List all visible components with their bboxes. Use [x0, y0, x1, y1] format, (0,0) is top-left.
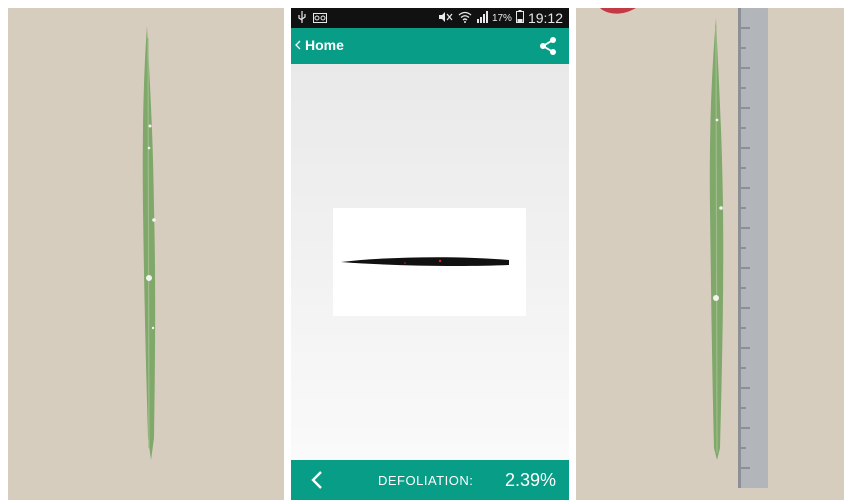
battery-percent: 17% — [491, 12, 512, 24]
share-icon — [539, 37, 557, 60]
share-button[interactable] — [539, 36, 557, 61]
home-label: Home — [305, 37, 344, 53]
battery-icon — [515, 10, 524, 26]
processed-leaf-image — [333, 208, 526, 316]
right-leaf-ruler-photo — [576, 8, 844, 500]
app-bar: Home — [291, 28, 569, 64]
voicemail-icon — [313, 12, 327, 26]
mute-icon — [438, 11, 454, 26]
chevron-left-icon — [311, 471, 323, 494]
footer-back-button[interactable] — [311, 470, 323, 495]
signal-icon — [476, 10, 488, 26]
clock: 19:12 — [527, 10, 563, 26]
result-footer: DEFOLIATION: 2.39% — [291, 460, 569, 500]
wifi-icon — [458, 11, 472, 26]
defoliation-label: DEFOLIATION: — [378, 473, 474, 488]
home-back-button[interactable]: Home — [295, 37, 344, 53]
left-leaf-photo — [8, 8, 284, 500]
content-area — [291, 64, 569, 460]
status-bar: 17% 19:12 — [291, 8, 569, 28]
usb-icon — [297, 10, 307, 27]
phone-app-screen: 17% 19:12 Home DEFOLIATION: 2.39% — [291, 8, 569, 500]
chevron-left-icon — [295, 37, 301, 53]
defoliation-value: 2.39% — [505, 470, 557, 490]
